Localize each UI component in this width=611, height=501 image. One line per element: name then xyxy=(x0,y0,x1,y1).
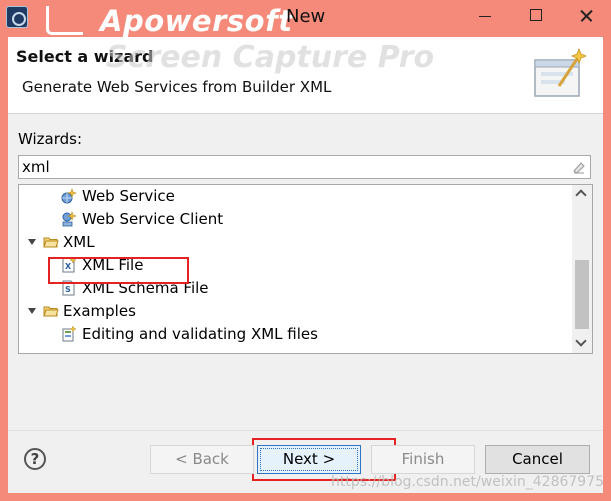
expand-toggle-icon[interactable] xyxy=(28,239,36,245)
next-button[interactable]: Next > xyxy=(257,445,361,474)
wizards-label: Wizards: xyxy=(18,130,83,148)
tree-item-web-service[interactable]: Web Service xyxy=(19,185,569,208)
maximize-button[interactable] xyxy=(514,0,558,30)
tree-item-label: Examples xyxy=(63,302,136,320)
window-frame-right xyxy=(603,37,611,501)
tree-item-examples-category[interactable]: Examples xyxy=(19,300,569,323)
title-bar[interactable]: Apowersoft New xyxy=(0,0,611,38)
folder-icon xyxy=(43,306,59,317)
window-frame-bottom xyxy=(0,493,611,501)
tree-item-label: XML xyxy=(63,233,95,251)
url-watermark: https://blog.csdn.net/weixin_42867975 xyxy=(331,474,605,490)
example-icon xyxy=(62,326,77,342)
finish-button[interactable]: Finish xyxy=(371,445,475,474)
wizard-header: Select a wizard Screen Capture Pro Gener… xyxy=(8,37,603,114)
window-title: New xyxy=(286,6,326,27)
wizard-filter-input[interactable] xyxy=(22,158,562,176)
tree-item-label: Web Service Client xyxy=(82,210,224,228)
web-service-icon xyxy=(61,188,77,204)
wizard-filter-field[interactable] xyxy=(18,155,591,179)
wizard-banner-icon xyxy=(534,47,587,97)
tree-item-web-service-client[interactable]: Web Service Client xyxy=(19,208,569,231)
back-button[interactable]: < Back xyxy=(150,445,254,474)
page-description: Generate Web Services from Builder XML xyxy=(22,78,332,96)
help-button[interactable]: ? xyxy=(24,448,46,470)
xml-file-highlight-box xyxy=(48,257,189,284)
tree-item-xml-category[interactable]: XML xyxy=(19,231,569,254)
clear-filter-icon[interactable] xyxy=(572,160,586,174)
watermark-text: Apowersoft xyxy=(100,4,293,38)
tree-item-editing-validating-xml[interactable]: Editing and validating XML files xyxy=(19,323,569,346)
svg-text:S: S xyxy=(65,285,71,294)
scroll-thumb[interactable] xyxy=(575,260,589,329)
watermark-overlay-text: Screen Capture Pro xyxy=(106,40,435,75)
scroll-up-icon[interactable] xyxy=(572,185,592,203)
tree-vertical-scrollbar[interactable] xyxy=(572,185,592,353)
tree-item-label: Editing and validating XML files xyxy=(82,325,318,343)
tree-item-label: Web Service xyxy=(82,187,175,205)
cancel-button[interactable]: Cancel xyxy=(485,445,590,474)
close-button[interactable] xyxy=(561,0,611,30)
web-service-client-icon xyxy=(62,211,77,227)
eclipse-app-icon xyxy=(6,6,28,28)
window-frame-left xyxy=(0,37,8,501)
button-bar-divider xyxy=(8,430,603,431)
minimize-button[interactable] xyxy=(463,0,507,30)
expand-toggle-icon[interactable] xyxy=(28,308,36,314)
scroll-down-icon[interactable] xyxy=(572,335,592,353)
watermark-logo-icon xyxy=(46,6,83,35)
folder-icon xyxy=(43,237,59,248)
